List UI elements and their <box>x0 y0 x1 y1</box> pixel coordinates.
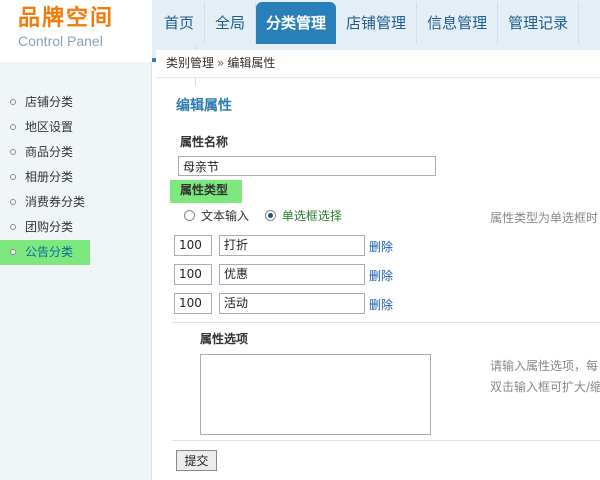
section-divider <box>172 440 600 441</box>
sidebar-item-region-settings[interactable]: 地区设置 <box>0 115 148 140</box>
sidebar-item-groupbuy-category[interactable]: 团购分类 <box>0 215 148 240</box>
option-order-input[interactable]: 100 <box>174 235 212 256</box>
breadcrumb-current: 编辑属性 <box>227 56 276 70</box>
option-delete-link[interactable]: 删除 <box>369 296 393 313</box>
sidebar-item-label: 消费券分类 <box>25 195 86 209</box>
attribute-name-label: 属性名称 <box>180 135 229 149</box>
attribute-options-hint-secondary: 双击输入框可扩大/缩 <box>490 380 600 394</box>
sidebar-item-product-category[interactable]: 商品分类 <box>0 140 148 165</box>
logo: 品牌空间 Control Panel <box>18 6 148 50</box>
sidebar-item-label: 地区设置 <box>25 120 74 134</box>
section-divider <box>172 322 600 323</box>
option-value-input[interactable]: 活动 <box>219 293 365 314</box>
breadcrumb: 类别管理» 编辑属性 <box>156 50 600 78</box>
bullet-icon <box>10 249 16 255</box>
bullet-icon <box>10 199 16 205</box>
option-order-input[interactable]: 100 <box>174 264 212 285</box>
sidebar-item-store-category[interactable]: 店铺分类 <box>0 90 148 115</box>
attribute-type-label: 属性类型 <box>170 180 242 203</box>
sidebar-item-label: 店铺分类 <box>25 95 74 109</box>
option-delete-link[interactable]: 删除 <box>369 267 393 284</box>
nav-admin-log[interactable]: 管理记录 <box>498 2 580 44</box>
nav-info-management[interactable]: 信息管理 <box>417 2 499 44</box>
nav-store-management[interactable]: 店铺管理 <box>336 2 418 44</box>
attribute-type-radios: 文本输入 单选框选择 <box>184 207 354 224</box>
sidebar-item-coupon-category[interactable]: 消费券分类 <box>0 190 148 215</box>
attribute-options-textarea[interactable] <box>200 354 431 435</box>
sidebar-item-label: 团购分类 <box>25 220 74 234</box>
radio-text-input-label: 文本输入 <box>201 209 250 223</box>
option-order-input[interactable]: 100 <box>174 293 212 314</box>
option-value-input[interactable]: 打折 <box>219 235 365 256</box>
attribute-type-hint: 属性类型为单选框时 <box>490 211 599 225</box>
sidebar-item-label: 相册分类 <box>25 170 74 184</box>
option-delete-link[interactable]: 删除 <box>369 238 393 255</box>
nav-category-management[interactable]: 分类管理 <box>256 2 337 44</box>
sidebar-item-label: 商品分类 <box>25 145 74 159</box>
brand-name: 品牌空间 <box>18 6 115 31</box>
radio-single-select[interactable] <box>264 210 276 221</box>
option-value-input[interactable]: 优惠 <box>219 264 365 285</box>
bullet-icon <box>10 149 16 155</box>
breadcrumb-separator: » <box>217 56 225 70</box>
breadcrumb-parent[interactable]: 类别管理 <box>166 56 214 70</box>
bullet-icon <box>10 124 16 130</box>
nav-global[interactable]: 全局 <box>205 2 257 44</box>
radio-single-select-label: 单选框选择 <box>281 209 342 223</box>
sidebar-item-label: 公告分类 <box>25 245 74 259</box>
attribute-options-hint: 请输入属性选项，每 <box>490 359 599 373</box>
submit-button[interactable]: 提交 <box>176 450 217 471</box>
attribute-name-input[interactable] <box>178 156 436 176</box>
bullet-icon <box>10 174 16 180</box>
sidebar: 店铺分类 地区设置 商品分类 相册分类 消费券分类 团购分类 公告分类 <box>0 62 152 480</box>
page-title: 编辑属性 <box>176 98 232 114</box>
brand-subtitle: Control Panel <box>18 33 103 49</box>
radio-text-input[interactable] <box>184 210 195 221</box>
sidebar-item-notice-category[interactable]: 公告分类 <box>0 240 90 265</box>
nav-home[interactable]: 首页 <box>154 2 206 44</box>
attribute-options-label: 属性选项 <box>200 332 249 346</box>
bullet-icon <box>10 99 16 105</box>
bullet-icon <box>10 224 16 230</box>
sidebar-item-album-category[interactable]: 相册分类 <box>0 165 148 190</box>
